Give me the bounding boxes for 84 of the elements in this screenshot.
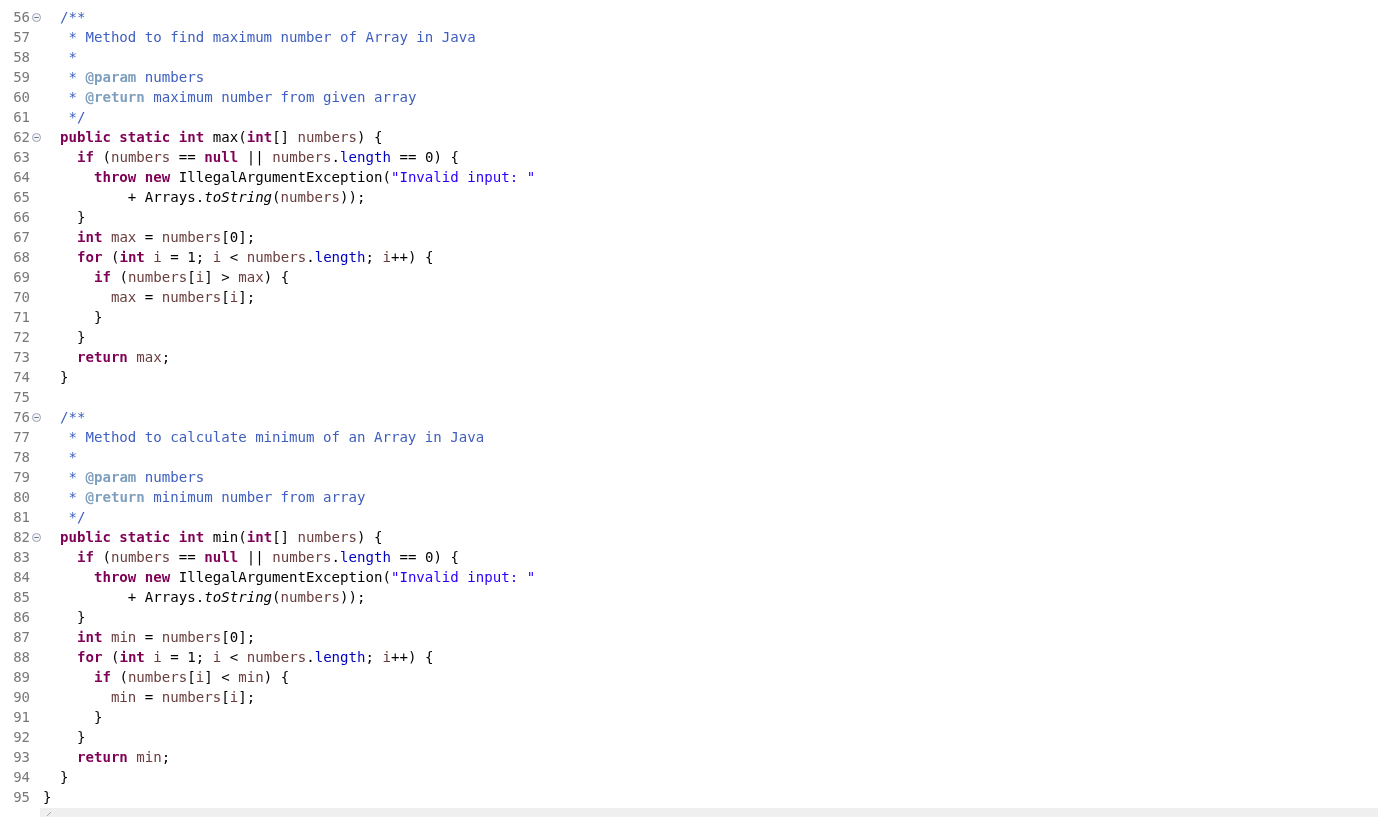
line-number: 78 bbox=[12, 449, 30, 465]
code-line: if (numbers == null || numbers.length == 0) { bbox=[75, 149, 459, 165]
line-number: 88 bbox=[12, 649, 30, 665]
line-number: 64 bbox=[12, 169, 30, 185]
code-line: if (numbers[i] < min) { bbox=[92, 669, 290, 685]
code-line: */ bbox=[67, 109, 86, 125]
line-number: 70 bbox=[12, 289, 30, 305]
code-line: * bbox=[67, 449, 77, 465]
code-line: } bbox=[75, 209, 86, 225]
code-line: int min = numbers[0]; bbox=[75, 629, 256, 645]
code-line: * @param numbers bbox=[67, 69, 205, 85]
line-number: 91 bbox=[12, 709, 30, 725]
code-line: min = numbers[i]; bbox=[109, 689, 256, 705]
code-line: throw new IllegalArgumentException("Invalid input: " bbox=[92, 169, 536, 185]
line-number: 81 bbox=[12, 509, 30, 525]
code-line: return max; bbox=[75, 349, 171, 365]
code-line: /** bbox=[58, 409, 86, 425]
line-number: 75 bbox=[12, 389, 30, 405]
code-line: /** bbox=[58, 9, 86, 25]
line-number: 89 bbox=[12, 669, 30, 685]
line-number: 68 bbox=[12, 249, 30, 265]
collapse-icon[interactable] bbox=[32, 532, 41, 542]
line-number: 94 bbox=[12, 769, 30, 785]
line-number: 90 bbox=[12, 689, 30, 705]
line-number: 77 bbox=[12, 429, 30, 445]
code-line: for (int i = 1; i < numbers.length; i++) { bbox=[75, 649, 434, 665]
code-line: } bbox=[92, 309, 103, 325]
line-number: 84 bbox=[12, 569, 30, 585]
code-line: * Method to calculate minimum of an Array in Java bbox=[67, 429, 485, 445]
code-line: } bbox=[75, 609, 86, 625]
code-line: public static int max(int[] numbers) { bbox=[58, 129, 383, 145]
code-line: public static int min(int[] numbers) { bbox=[58, 529, 383, 545]
line-number: 73 bbox=[12, 349, 30, 365]
line-number: 86 bbox=[12, 609, 30, 625]
line-number: 74 bbox=[12, 369, 30, 385]
line-number: 76 bbox=[12, 409, 30, 425]
line-number: 80 bbox=[12, 489, 30, 505]
code-line: if (numbers == null || numbers.length == 0) { bbox=[75, 549, 459, 565]
code-line: return min; bbox=[75, 749, 171, 765]
line-number: 82 bbox=[12, 529, 30, 545]
line-number: 60 bbox=[12, 89, 30, 105]
code-line: } bbox=[75, 729, 86, 745]
code-line: throw new IllegalArgumentException("Invalid input: " bbox=[92, 569, 536, 585]
code-line: } bbox=[75, 329, 86, 345]
code-line: } bbox=[58, 769, 69, 785]
line-number: 95 bbox=[12, 789, 30, 805]
line-number: 58 bbox=[12, 49, 30, 65]
collapse-icon[interactable] bbox=[32, 412, 41, 422]
code-line: } bbox=[43, 789, 52, 805]
line-number: 67 bbox=[12, 229, 30, 245]
code-line: * @return maximum number from given array bbox=[67, 89, 417, 105]
code-line: * Method to find maximum number of Array in Java bbox=[67, 29, 476, 45]
collapse-icon[interactable] bbox=[32, 12, 41, 22]
code-line: } bbox=[92, 709, 103, 725]
line-number: 92 bbox=[12, 729, 30, 745]
line-number: 65 bbox=[12, 189, 30, 205]
line-number: 57 bbox=[12, 29, 30, 45]
code-line: for (int i = 1; i < numbers.length; i++) { bbox=[75, 249, 434, 265]
code-line: int max = numbers[0]; bbox=[75, 229, 256, 245]
line-number: 61 bbox=[12, 109, 30, 125]
line-number: 85 bbox=[12, 589, 30, 605]
code-line: } bbox=[58, 369, 69, 385]
line-number: 62 bbox=[12, 129, 30, 145]
code-line: * @param numbers bbox=[67, 469, 205, 485]
horizontal-scrollbar[interactable] bbox=[40, 808, 1378, 817]
line-number: 72 bbox=[12, 329, 30, 345]
code-line: * @return minimum number from array bbox=[67, 489, 366, 505]
code-line: + Arrays.toString(numbers)); bbox=[126, 189, 366, 205]
code-line: if (numbers[i] > max) { bbox=[92, 269, 290, 285]
code-line: */ bbox=[67, 509, 86, 525]
line-number: 83 bbox=[12, 549, 30, 565]
line-number: 59 bbox=[12, 69, 30, 85]
code-line: * bbox=[67, 49, 77, 65]
code-line: max = numbers[i]; bbox=[109, 289, 256, 305]
collapse-icon[interactable] bbox=[32, 132, 41, 142]
line-number: 71 bbox=[12, 309, 30, 325]
line-number: 79 bbox=[12, 469, 30, 485]
line-number: 69 bbox=[12, 269, 30, 285]
line-number: 63 bbox=[12, 149, 30, 165]
code-line: + Arrays.toString(numbers)); bbox=[126, 589, 366, 605]
line-number: 87 bbox=[12, 629, 30, 645]
line-number: 93 bbox=[12, 749, 30, 765]
line-number: 56 bbox=[12, 9, 30, 25]
line-number: 66 bbox=[12, 209, 30, 225]
